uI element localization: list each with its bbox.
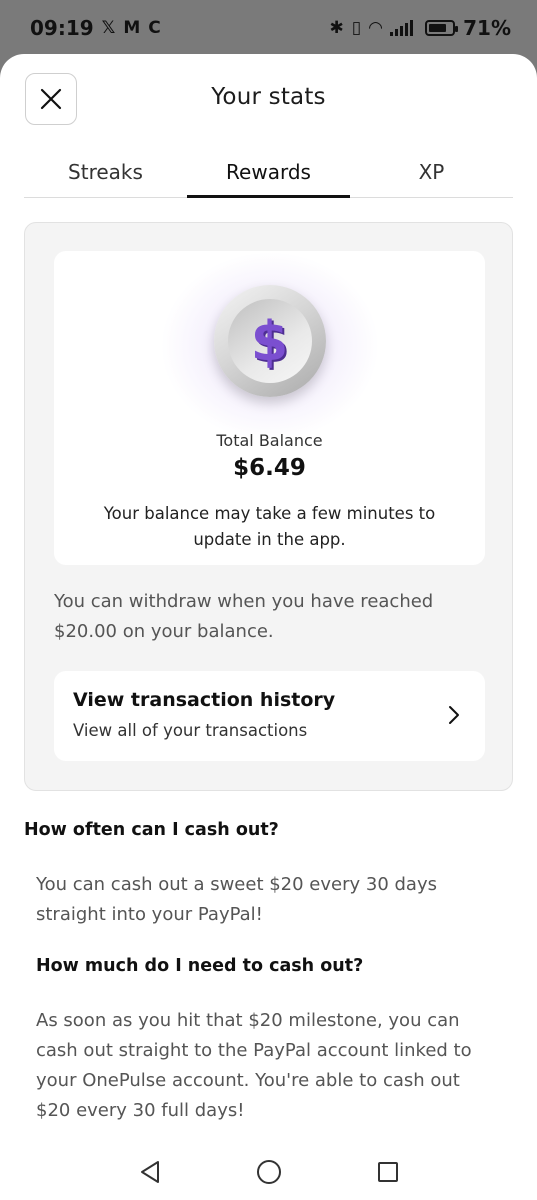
recents-button[interactable] <box>368 1152 408 1192</box>
sheet-header: Your stats <box>0 54 537 146</box>
home-circle-icon <box>256 1160 281 1184</box>
tab-streaks[interactable]: Streaks <box>24 154 187 197</box>
balance-card: $ Total Balance $6.49 Your balance may t… <box>54 251 485 565</box>
status-left: 09:19 𝕏 M C <box>30 16 161 40</box>
x-logo-icon: 𝕏 <box>101 18 116 38</box>
faq-answer: You can cash out a sweet $20 every 30 da… <box>36 874 437 925</box>
tab-xp[interactable]: XP <box>350 154 513 197</box>
system-nav-bar <box>0 1144 537 1200</box>
balance-label: Total Balance <box>216 431 323 450</box>
balance-amount: $6.49 <box>233 455 306 481</box>
back-triangle-icon <box>140 1161 159 1183</box>
balance-note: Your balance may take a few minutes to u… <box>103 504 436 549</box>
rewards-panel: $ Total Balance $6.49 Your balance may t… <box>24 222 513 791</box>
status-time: 09:19 <box>30 16 94 40</box>
faq-answer: As soon as you hit that $20 milestone, y… <box>36 1010 472 1121</box>
status-right: ✱ ▯ ◠ 71% <box>329 16 511 40</box>
chevron-right-icon <box>449 706 459 724</box>
stats-tabs: Streaks Rewards XP <box>24 154 513 198</box>
c-app-icon: C <box>148 18 161 38</box>
transaction-subtitle: View all of your transactions <box>73 721 308 740</box>
vibrate-icon: ▯ <box>351 18 362 38</box>
back-button[interactable] <box>130 1152 170 1192</box>
dollar-coin-icon: $ <box>159 251 380 441</box>
bluetooth-icon: ✱ <box>329 18 344 38</box>
home-button[interactable] <box>249 1152 289 1192</box>
page-title: Your stats <box>211 84 326 110</box>
battery-percent: 71% <box>463 16 511 40</box>
faq-question: How much do I need to cash out? <box>36 956 364 976</box>
withdraw-note: You can withdraw when you have reached $… <box>54 591 434 642</box>
stats-sheet: Your stats Streaks Rewards XP $ Total Ba… <box>0 54 537 1200</box>
faq-question: How often can I cash out? <box>24 820 279 840</box>
gmail-icon: M <box>123 18 141 38</box>
battery-icon <box>425 20 459 36</box>
view-transaction-history-button[interactable]: View transaction history View all of you… <box>54 671 485 761</box>
tab-rewards[interactable]: Rewards <box>187 154 350 198</box>
status-bar: 09:19 𝕏 M C ✱ ▯ ◠ 71% <box>0 0 537 56</box>
transaction-title: View transaction history <box>73 689 336 711</box>
signal-icon <box>390 20 414 36</box>
recents-square-icon <box>377 1162 398 1182</box>
wifi-icon: ◠ <box>369 18 383 38</box>
